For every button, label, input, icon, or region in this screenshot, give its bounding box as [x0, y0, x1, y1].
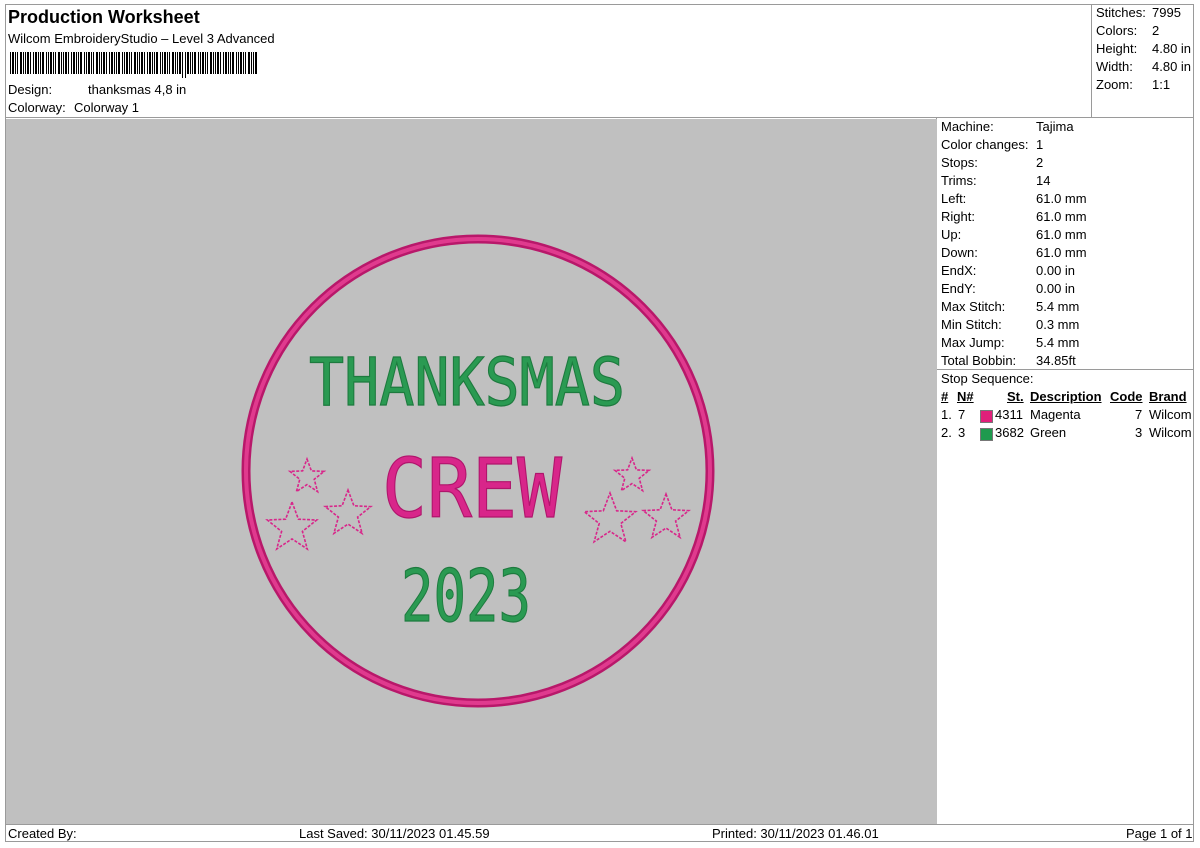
- machine-info-label: Up:: [941, 227, 962, 242]
- colorway-row: Colorway: Colorway 1: [8, 100, 139, 116]
- machine-info-label: Max Jump:: [941, 335, 1005, 350]
- col-st: St.: [1007, 389, 1024, 404]
- software-name: Wilcom EmbroideryStudio – Level 3 Advanc…: [8, 31, 275, 46]
- stop-sequence-title: Stop Sequence:: [941, 371, 1034, 386]
- star-outline: [612, 455, 652, 493]
- machine-info-value: 0.00 in: [1036, 263, 1076, 278]
- col-num: #: [941, 389, 949, 404]
- machine-info-label: EndX:: [941, 263, 977, 278]
- summary-divider: [1091, 4, 1092, 117]
- star-outline: [641, 491, 691, 540]
- color-swatch: [980, 428, 993, 441]
- color-swatch: [980, 410, 993, 423]
- summary-label: Height:: [1096, 41, 1138, 56]
- summary-label: Stitches:: [1096, 5, 1146, 20]
- machine-info-label: Total Bobbin:: [941, 353, 1017, 368]
- machine-info-value: 5.4 mm: [1036, 335, 1080, 350]
- machine-info-value: 2: [1036, 155, 1044, 170]
- barcode: [10, 52, 257, 78]
- table-row: 2. 3 3682 Green 3 Wilcom: [939, 425, 1195, 443]
- summary-value: 4.80 in: [1152, 59, 1192, 74]
- design-text-thanksmas: THANKSMAS: [309, 344, 625, 421]
- machine-info-value: Tajima: [1036, 119, 1074, 134]
- col-code: Code: [1110, 389, 1143, 404]
- embroidery-design: THANKSMAS CREW 2023: [241, 234, 715, 708]
- machine-info-label: Left:: [941, 191, 967, 206]
- machine-info-value: 61.0 mm: [1036, 245, 1087, 260]
- design-row: Design: thanksmas 4,8 in: [8, 82, 186, 98]
- colorway-value: Colorway 1: [74, 100, 140, 115]
- machine-info-label: Max Stitch:: [941, 299, 1006, 314]
- worksheet-title: Production Worksheet: [8, 7, 200, 27]
- table-row: 1. 7 4311 Magenta 7 Wilcom: [939, 407, 1195, 425]
- star-outline: [265, 499, 319, 551]
- summary-label: Width:: [1096, 59, 1133, 74]
- row-st: 3682: [995, 425, 1024, 440]
- machine-info-value: 61.0 mm: [1036, 227, 1087, 242]
- footer-printed: Printed: 30/11/2023 01.46.01: [712, 826, 879, 841]
- machine-info-value: 1: [1036, 137, 1044, 152]
- row-n: 3: [958, 425, 966, 440]
- star-outline: [287, 456, 327, 494]
- col-brand: Brand: [1149, 389, 1187, 404]
- footer-last-saved: Last Saved: 30/11/2023 01.45.59: [299, 826, 490, 841]
- star-outline: [323, 487, 373, 536]
- machine-info-value: 34.85ft: [1036, 353, 1076, 368]
- row-brand: Wilcom: [1149, 407, 1192, 422]
- summary-value: 2: [1152, 23, 1160, 38]
- row-brand: Wilcom: [1149, 425, 1192, 440]
- row-st: 4311: [995, 407, 1023, 422]
- machine-info-label: Stops:: [941, 155, 978, 170]
- design-preview: THANKSMAS CREW 2023: [6, 119, 937, 824]
- machine-info-label: Down:: [941, 245, 978, 260]
- machine-info-label: Machine:: [941, 119, 994, 134]
- machine-info-value: 0.00 in: [1036, 281, 1076, 296]
- design-text-year: 2023: [401, 554, 531, 638]
- footer-page: Page 1 of 1: [1126, 826, 1193, 841]
- col-description: Description: [1030, 389, 1102, 404]
- row-n: 7: [958, 407, 966, 422]
- stop-table-header: # N# St. Description Code Brand: [939, 389, 1195, 407]
- summary-value: 4.80 in: [1152, 41, 1192, 56]
- machine-info-label: EndY:: [941, 281, 976, 296]
- row-description: Magenta: [1030, 407, 1081, 422]
- machine-info-value: 0.3 mm: [1036, 317, 1080, 332]
- machine-info-value: 61.0 mm: [1036, 191, 1087, 206]
- row-description: Green: [1030, 425, 1067, 440]
- summary-value: 1:1: [1152, 77, 1171, 92]
- machine-info-value: 14: [1036, 173, 1051, 188]
- star-outline: [582, 490, 638, 544]
- design-label: Design:: [8, 82, 53, 97]
- machine-info-label: Right:: [941, 209, 975, 224]
- footer-divider: [5, 824, 1194, 825]
- summary-label: Colors:: [1096, 23, 1138, 38]
- colorway-label: Colorway:: [8, 100, 66, 115]
- design-text-crew: CREW: [382, 442, 563, 537]
- machine-info-label: Trims:: [941, 173, 977, 188]
- machine-info-value: 5.4 mm: [1036, 299, 1080, 314]
- summary-value: 7995: [1152, 5, 1181, 20]
- design-value: thanksmas 4,8 in: [88, 82, 187, 97]
- footer-created-by: Created By:: [8, 826, 77, 841]
- machine-info-value: 61.0 mm: [1036, 209, 1087, 224]
- row-num: 1.: [941, 407, 952, 422]
- machine-info-label: Min Stitch:: [941, 317, 1002, 332]
- col-n: N#: [957, 389, 974, 404]
- summary-label: Zoom:: [1096, 77, 1133, 92]
- machine-info-label: Color changes:: [941, 137, 1029, 152]
- header-divider: [5, 117, 1194, 118]
- row-code: 3: [1135, 425, 1143, 440]
- row-num: 2.: [941, 425, 952, 440]
- row-code: 7: [1135, 407, 1143, 422]
